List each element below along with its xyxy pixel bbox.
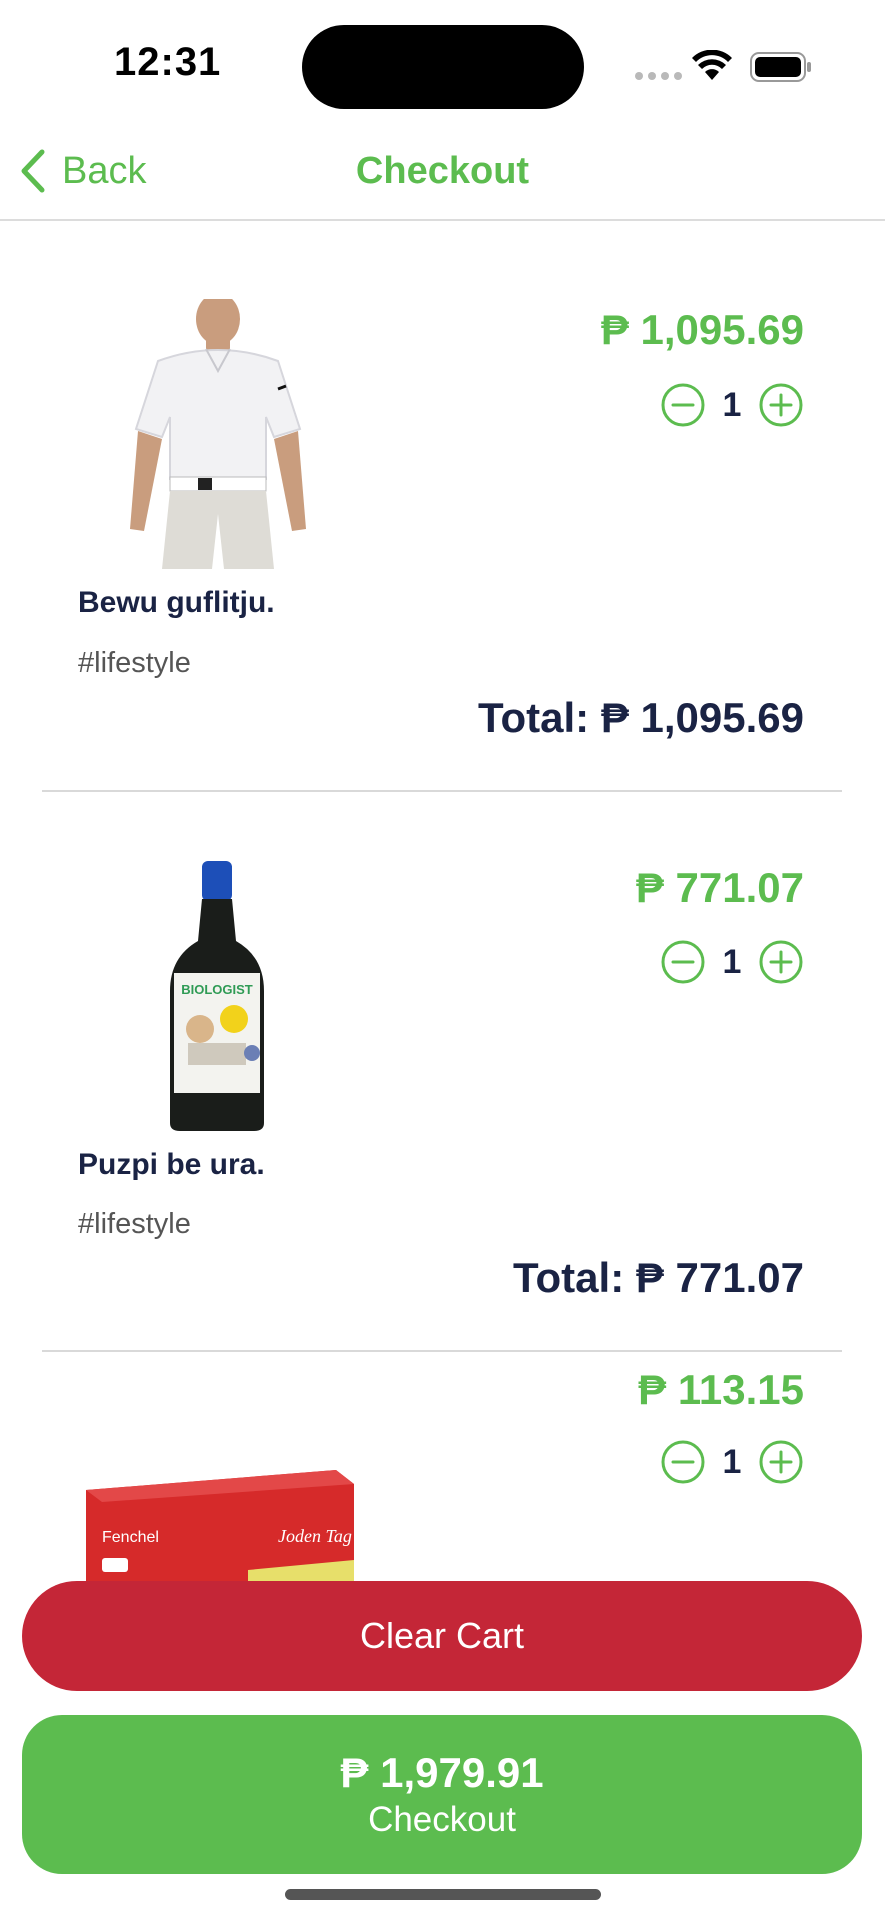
- decrease-quantity-button[interactable]: [660, 382, 706, 428]
- decrease-quantity-button[interactable]: [660, 1439, 706, 1485]
- svg-text:Joden Tag: Joden Tag: [278, 1526, 352, 1546]
- checkout-total: ₱ 1,979.91: [340, 1748, 544, 1796]
- quantity-stepper: 1: [660, 939, 804, 985]
- quantity-value: 1: [722, 385, 742, 424]
- status-time: 12:31: [114, 40, 222, 84]
- item-price: ₱ 771.07: [635, 864, 804, 911]
- checkout-label: Checkout: [368, 1799, 516, 1839]
- cart-item: BIOLOGIST Puzpi be ura. #lifestyle ₱ 771…: [42, 792, 842, 1352]
- quantity-value: 1: [722, 942, 742, 981]
- quantity-value: 1: [722, 1442, 742, 1481]
- quantity-stepper: 1: [660, 382, 804, 428]
- quantity-stepper: 1: [660, 1439, 804, 1485]
- increase-quantity-button[interactable]: [758, 382, 804, 428]
- clear-cart-button[interactable]: Clear Cart: [22, 1581, 862, 1691]
- navigation-bar: Back Checkout: [0, 130, 885, 221]
- cart-list[interactable]: Bewu guflitju. #lifestyle ₱ 1,095.69 1 T…: [0, 222, 885, 1582]
- page-title: Checkout: [355, 150, 530, 192]
- home-indicator[interactable]: [285, 1889, 601, 1900]
- decrease-quantity-button[interactable]: [660, 939, 706, 985]
- increase-quantity-button[interactable]: [758, 939, 804, 985]
- item-price: ₱ 1,095.69: [600, 306, 804, 353]
- battery-icon: [750, 52, 811, 82]
- item-total: Total: ₱ 771.07: [512, 1254, 804, 1301]
- status-bar: 12:31: [0, 0, 885, 130]
- cart-item: Fenchel Joden Tag ₱ 113.15 1: [42, 1352, 842, 1582]
- cart-item: Bewu guflitju. #lifestyle ₱ 1,095.69 1 T…: [42, 222, 842, 792]
- shirt-image: [78, 299, 358, 569]
- wifi-icon: [692, 50, 732, 80]
- item-tag: #lifestyle: [78, 647, 191, 679]
- item-price: ₱ 113.15: [638, 1366, 804, 1413]
- item-tag: #lifestyle: [78, 1208, 191, 1240]
- tea-box-image: Fenchel Joden Tag: [86, 1470, 354, 1582]
- cellular-signal-icon: [635, 72, 682, 80]
- item-total: Total: ₱ 1,095.69: [477, 694, 804, 741]
- svg-text:BIOLOGIST: BIOLOGIST: [181, 982, 253, 997]
- item-name: Puzpi be ura.: [78, 1148, 265, 1181]
- dynamic-island: [302, 25, 584, 109]
- item-name: Bewu guflitju.: [78, 586, 275, 619]
- clear-cart-label: Clear Cart: [359, 1615, 525, 1656]
- checkout-button[interactable]: ₱ 1,979.91 Checkout: [22, 1715, 862, 1874]
- increase-quantity-button[interactable]: [758, 1439, 804, 1485]
- tea-box-brand-text: Fenchel: [102, 1529, 159, 1546]
- wine-bottle-image: BIOLOGIST: [78, 861, 358, 1131]
